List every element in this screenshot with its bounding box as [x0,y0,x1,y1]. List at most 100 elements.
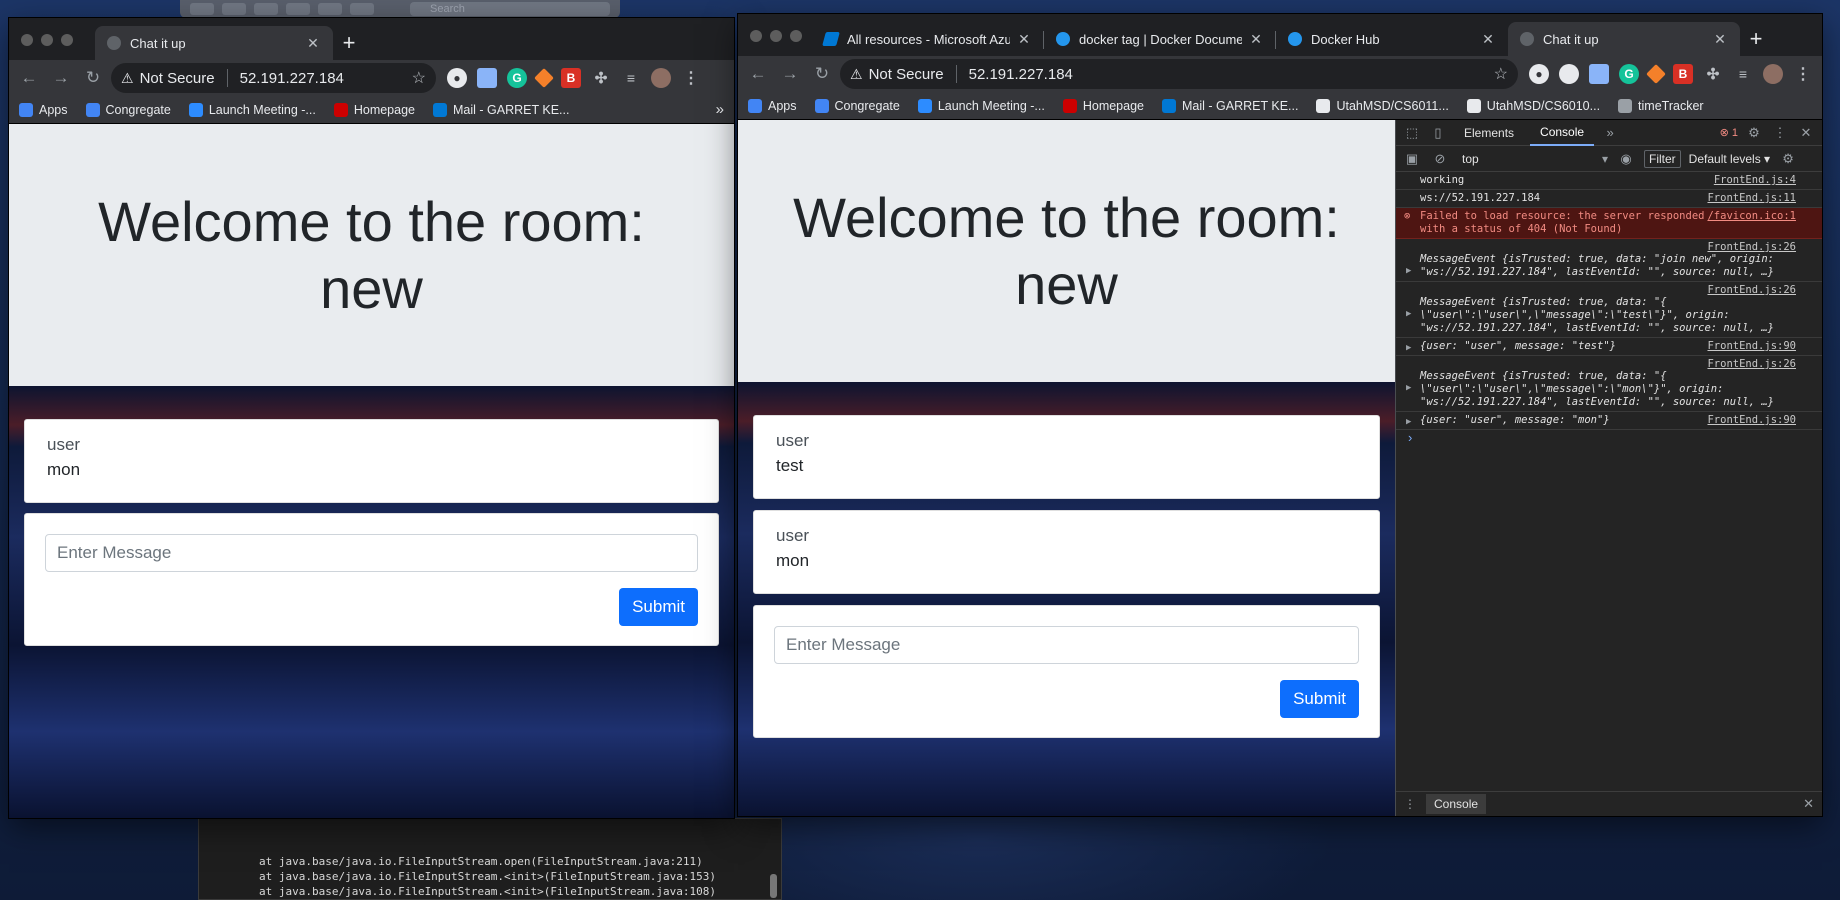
console-log-row[interactable]: ▶ MessageEvent {isTrusted: true, data: "{… [1396,282,1822,338]
bookmark-star-icon[interactable]: ☆ [1494,64,1508,84]
bookmarks-overflow-icon[interactable]: » [716,101,724,118]
console-log-row[interactable]: ws://52.191.227.184 FrontEnd.js:11 [1396,190,1822,208]
tab-console[interactable]: Console [1530,120,1595,146]
expand-triangle-icon[interactable]: ▶ [1406,382,1411,395]
menu-icon[interactable]: ⋮ [681,68,701,88]
log-levels-select[interactable]: Default levels ▾ [1689,152,1770,166]
console-log-row[interactable]: ▶ MessageEvent {isTrusted: true, data: "j… [1396,239,1822,282]
tab-elements[interactable]: Elements [1454,120,1524,146]
forward-button[interactable]: → [47,64,75,92]
log-source-link[interactable]: FrontEnd.js:26 [1707,358,1796,371]
gear-icon[interactable]: ⚙ [1744,125,1764,141]
puzzle-icon[interactable]: ✣ [591,68,611,88]
avatar[interactable] [1763,64,1783,84]
terminal-window[interactable]: at java.base/java.io.FileInputStream.ope… [198,818,782,900]
extension-icon[interactable] [1589,64,1609,84]
extension-icon[interactable] [1646,64,1666,84]
address-bar[interactable]: ⚠ Not Secure 52.191.227.184 ☆ [840,59,1518,89]
gear-icon[interactable]: ⚙ [1778,151,1798,167]
console-log-row[interactable]: working FrontEnd.js:4 [1396,172,1822,190]
bookmark-item[interactable]: Homepage [1062,98,1144,113]
menu-icon[interactable]: ⋮ [1770,125,1790,141]
back-button[interactable]: ← [15,64,43,92]
message-input[interactable]: Enter Message [774,626,1359,664]
clear-console-icon[interactable]: ⊘ [1430,151,1450,167]
extension-icon[interactable]: B [561,68,581,88]
close-drawer-icon[interactable]: ✕ [1803,796,1814,812]
bookmark-star-icon[interactable]: ☆ [412,68,426,88]
reload-button[interactable]: ↻ [808,60,836,88]
address-bar[interactable]: ⚠ Not Secure 52.191.227.184 ☆ [111,63,436,93]
bookmark-item[interactable]: UtahMSD/CS6010... [1466,98,1600,113]
submit-button[interactable]: Submit [619,588,698,626]
console-log-row[interactable]: ▶ {user: "user", message: "mon"} FrontEnd.… [1396,412,1822,430]
minimize-window-button[interactable] [770,30,782,42]
tab-docker-docs[interactable]: docker tag | Docker Documentation ✕ [1044,22,1276,56]
inspect-icon[interactable]: ⬚ [1402,125,1422,141]
close-tab-icon[interactable]: ✕ [1480,31,1496,48]
close-icon[interactable]: ✕ [1796,125,1816,141]
grammarly-icon[interactable]: G [1619,64,1639,84]
bookmark-item[interactable]: Congregate [814,98,900,113]
close-window-button[interactable] [21,34,33,46]
terminal-scrollbar[interactable] [770,874,777,898]
console-log-row[interactable]: ▶ {user: "user", message: "test"} FrontEnd… [1396,338,1822,356]
close-window-button[interactable] [750,30,762,42]
sidebar-icon[interactable]: ▣ [1402,151,1422,167]
menu-icon[interactable]: ⋮ [1793,64,1813,84]
new-tab-button[interactable]: + [333,26,365,60]
extension-icon[interactable]: ● [1529,64,1549,84]
close-tab-icon[interactable]: ✕ [305,35,321,52]
back-button[interactable]: ← [744,60,772,88]
bookmark-item[interactable]: timeTracker [1618,98,1704,113]
reload-button[interactable]: ↻ [79,64,107,92]
search-field[interactable]: Search [410,2,610,16]
expand-triangle-icon[interactable]: ▶ [1406,308,1411,321]
puzzle-icon[interactable]: ✣ [1703,64,1723,84]
extension-icon[interactable]: B [1673,64,1693,84]
filter-input[interactable]: Filter [1644,149,1681,168]
submit-button[interactable]: Submit [1280,680,1359,718]
bookmark-item[interactable]: Mail - GARRET KE... [433,102,569,117]
message-input[interactable]: Enter Message [45,534,698,572]
log-source-link[interactable]: FrontEnd.js:4 [1714,174,1796,187]
tab-azure[interactable]: All resources - Microsoft Azure ✕ [812,22,1044,56]
log-source-link[interactable]: /favicon.ico:1 [1707,210,1796,223]
tab-chat-it-up[interactable]: Chat it up ✕ [95,26,333,60]
zoom-window-button[interactable] [790,30,802,42]
log-source-link[interactable]: FrontEnd.js:11 [1707,192,1796,205]
bookmark-item[interactable]: Homepage [333,102,415,117]
bookmark-item[interactable]: Congregate [85,102,171,117]
drawer-menu-icon[interactable]: ⋮ [1404,797,1416,811]
bookmark-item[interactable]: UtahMSD/CS6011... [1316,98,1449,113]
bookmark-item[interactable]: Launch Meeting -... [917,98,1045,113]
drawer-tab-console[interactable]: Console [1426,794,1487,814]
console-prompt[interactable]: › [1396,430,1822,445]
media-icon[interactable]: ≡ [621,68,641,88]
close-tab-icon[interactable]: ✕ [1016,31,1032,48]
log-source-link[interactable]: FrontEnd.js:26 [1707,241,1796,254]
expand-triangle-icon[interactable]: ▶ [1406,265,1411,278]
console-error-row[interactable]: ⊗ Failed to load resource: the server res… [1396,208,1822,239]
close-tab-icon[interactable]: ✕ [1712,31,1728,48]
media-icon[interactable]: ≡ [1733,64,1753,84]
device-toolbar-icon[interactable]: ▯ [1428,125,1448,141]
log-source-link[interactable]: FrontEnd.js:26 [1707,284,1796,297]
extension-icon[interactable]: ● [447,68,467,88]
tab-chat-it-up[interactable]: Chat it up ✕ [1508,22,1740,56]
expand-triangle-icon[interactable]: ▶ [1406,342,1411,355]
expand-triangle-icon[interactable]: ▶ [1406,416,1411,429]
context-selector[interactable]: top ▾ [1458,152,1608,166]
avatar[interactable] [651,68,671,88]
console-log-row[interactable]: ▶ MessageEvent {isTrusted: true, data: "{… [1396,356,1822,412]
log-source-link[interactable]: FrontEnd.js:90 [1707,414,1796,427]
log-source-link[interactable]: FrontEnd.js:90 [1707,340,1796,353]
bookmark-item[interactable]: Launch Meeting -... [188,102,316,117]
minimize-window-button[interactable] [41,34,53,46]
new-tab-button[interactable]: + [1740,22,1772,56]
close-tab-icon[interactable]: ✕ [1248,31,1264,48]
eye-icon[interactable]: ◉ [1616,151,1636,167]
extension-icon[interactable] [534,68,554,88]
grammarly-icon[interactable]: G [507,68,527,88]
zoom-window-button[interactable] [61,34,73,46]
